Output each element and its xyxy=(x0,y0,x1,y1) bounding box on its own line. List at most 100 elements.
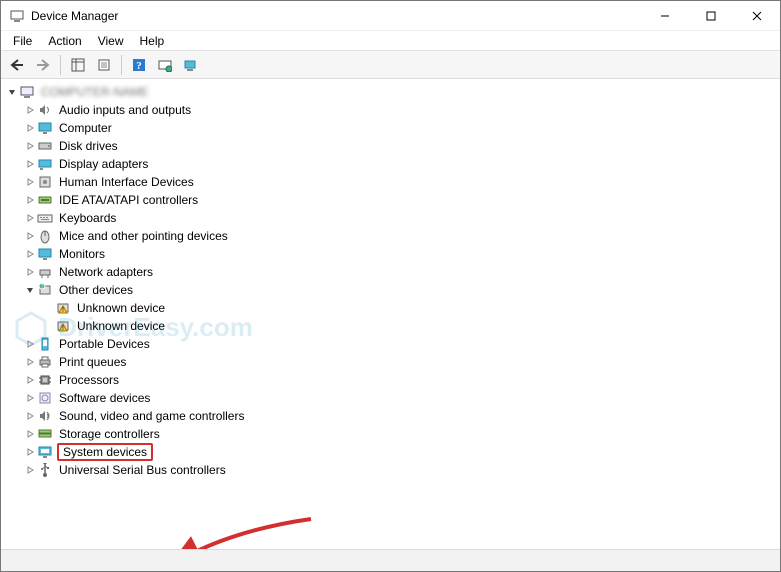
tree-item-label: Unknown device xyxy=(75,319,167,333)
chevron-right-icon[interactable] xyxy=(23,229,37,243)
chevron-right-icon[interactable] xyxy=(23,139,37,153)
portable-icon xyxy=(37,336,53,352)
tree-item-disk[interactable]: Disk drives xyxy=(21,137,778,155)
tree-item-label: Human Interface Devices xyxy=(57,175,196,189)
minimize-button[interactable] xyxy=(642,1,688,31)
chevron-right-icon[interactable] xyxy=(23,445,37,459)
toolbar-separator xyxy=(121,55,122,75)
tree-item-usb[interactable]: Universal Serial Bus controllers xyxy=(21,461,778,479)
tree-item-unknown1[interactable]: ! Unknown device xyxy=(39,299,778,317)
tree-item-label: Display adapters xyxy=(57,157,150,171)
warning-icon: ! xyxy=(55,300,71,316)
tree-item-label: System devices xyxy=(57,443,153,461)
tree-item-display[interactable]: Display adapters xyxy=(21,155,778,173)
tree-item-audio[interactable]: Audio inputs and outputs xyxy=(21,101,778,119)
tree-item-printq[interactable]: Print queues xyxy=(21,353,778,371)
chevron-right-icon[interactable] xyxy=(23,427,37,441)
chevron-right-icon[interactable] xyxy=(23,463,37,477)
tree-item-label: Print queues xyxy=(57,355,128,369)
forward-button[interactable] xyxy=(31,53,55,77)
tree-item-label: Processors xyxy=(57,373,121,387)
spacer xyxy=(41,319,55,333)
status-bar xyxy=(1,549,780,571)
window-title: Device Manager xyxy=(31,9,118,23)
tree-item-mice[interactable]: Mice and other pointing devices xyxy=(21,227,778,245)
chevron-down-icon[interactable] xyxy=(5,85,19,99)
tree-item-label: Keyboards xyxy=(57,211,118,225)
printer-icon xyxy=(37,354,53,370)
chevron-right-icon[interactable] xyxy=(23,121,37,135)
sound-controller-icon xyxy=(37,408,53,424)
tree-item-network[interactable]: Network adapters xyxy=(21,263,778,281)
chevron-right-icon[interactable] xyxy=(23,391,37,405)
properties-button[interactable] xyxy=(92,53,116,77)
tree-item-label: Storage controllers xyxy=(57,427,162,441)
tree-item-portable[interactable]: Portable Devices xyxy=(21,335,778,353)
tree-item-label: Software devices xyxy=(57,391,152,405)
chevron-right-icon[interactable] xyxy=(23,193,37,207)
chevron-right-icon[interactable] xyxy=(23,211,37,225)
tree-item-other[interactable]: ?Other devices xyxy=(21,281,778,299)
tree-item-label: Universal Serial Bus controllers xyxy=(57,463,228,477)
tree-item-label: Disk drives xyxy=(57,139,120,153)
tree-item-label: Computer xyxy=(57,121,114,135)
chevron-down-icon[interactable] xyxy=(23,283,37,297)
tree-item-label: Network adapters xyxy=(57,265,155,279)
chevron-right-icon[interactable] xyxy=(23,409,37,423)
tree-item-monitors[interactable]: Monitors xyxy=(21,245,778,263)
mouse-icon xyxy=(37,228,53,244)
tree-item-label: IDE ATA/ATAPI controllers xyxy=(57,193,200,207)
menu-help[interactable]: Help xyxy=(132,32,173,50)
menu-file[interactable]: File xyxy=(5,32,40,50)
device-manager-window: Device Manager File Action View Help ? D… xyxy=(0,0,781,572)
software-icon xyxy=(37,390,53,406)
ide-icon xyxy=(37,192,53,208)
tree-item-label: Audio inputs and outputs xyxy=(57,103,193,117)
show-hide-tree-button[interactable] xyxy=(66,53,90,77)
usb-icon xyxy=(37,462,53,478)
tree-root-node[interactable]: COMPUTER-NAME xyxy=(3,83,778,101)
tree-item-unknown2[interactable]: ! Unknown device xyxy=(39,317,778,335)
device-tree[interactable]: DriverEasy.com COMPUTER-NAMEAudio inputs… xyxy=(1,79,780,549)
warning-icon: ! xyxy=(55,318,71,334)
menu-view[interactable]: View xyxy=(90,32,132,50)
tree-item-label: Monitors xyxy=(57,247,107,261)
tree-item-ide[interactable]: IDE ATA/ATAPI controllers xyxy=(21,191,778,209)
close-button[interactable] xyxy=(734,1,780,31)
tree-item-keyboards[interactable]: Keyboards xyxy=(21,209,778,227)
chevron-right-icon[interactable] xyxy=(23,157,37,171)
chevron-right-icon[interactable] xyxy=(23,373,37,387)
scan-hardware-button[interactable] xyxy=(153,53,177,77)
tree-item-label: Sound, video and game controllers xyxy=(57,409,246,423)
tree-item-sound[interactable]: Sound, video and game controllers xyxy=(21,407,778,425)
tree-item-label: Mice and other pointing devices xyxy=(57,229,230,243)
tree-item-label: Other devices xyxy=(57,283,135,297)
chevron-right-icon[interactable] xyxy=(23,265,37,279)
annotation-arrow xyxy=(181,514,321,549)
tree-item-processors[interactable]: Processors xyxy=(21,371,778,389)
svg-text:?: ? xyxy=(136,60,142,72)
tree-item-label: Portable Devices xyxy=(57,337,152,351)
storage-icon xyxy=(37,426,53,442)
chevron-right-icon[interactable] xyxy=(23,175,37,189)
speaker-icon xyxy=(37,102,53,118)
devices-printers-button[interactable] xyxy=(179,53,203,77)
hid-icon xyxy=(37,174,53,190)
svg-text:!: ! xyxy=(62,325,64,332)
keyboard-icon xyxy=(37,210,53,226)
app-icon xyxy=(9,8,25,24)
chevron-right-icon[interactable] xyxy=(23,355,37,369)
chevron-right-icon[interactable] xyxy=(23,337,37,351)
back-button[interactable] xyxy=(5,53,29,77)
tree-item-software[interactable]: Software devices xyxy=(21,389,778,407)
maximize-button[interactable] xyxy=(688,1,734,31)
help-button[interactable]: ? xyxy=(127,53,151,77)
chevron-right-icon[interactable] xyxy=(23,247,37,261)
tree-item-hid[interactable]: Human Interface Devices xyxy=(21,173,778,191)
tree-item-storage[interactable]: Storage controllers xyxy=(21,425,778,443)
chevron-right-icon[interactable] xyxy=(23,103,37,117)
menu-action[interactable]: Action xyxy=(40,32,89,50)
tree-item-system[interactable]: System devices xyxy=(21,443,778,461)
tree-item-label: Unknown device xyxy=(75,301,167,315)
tree-item-computer[interactable]: Computer xyxy=(21,119,778,137)
